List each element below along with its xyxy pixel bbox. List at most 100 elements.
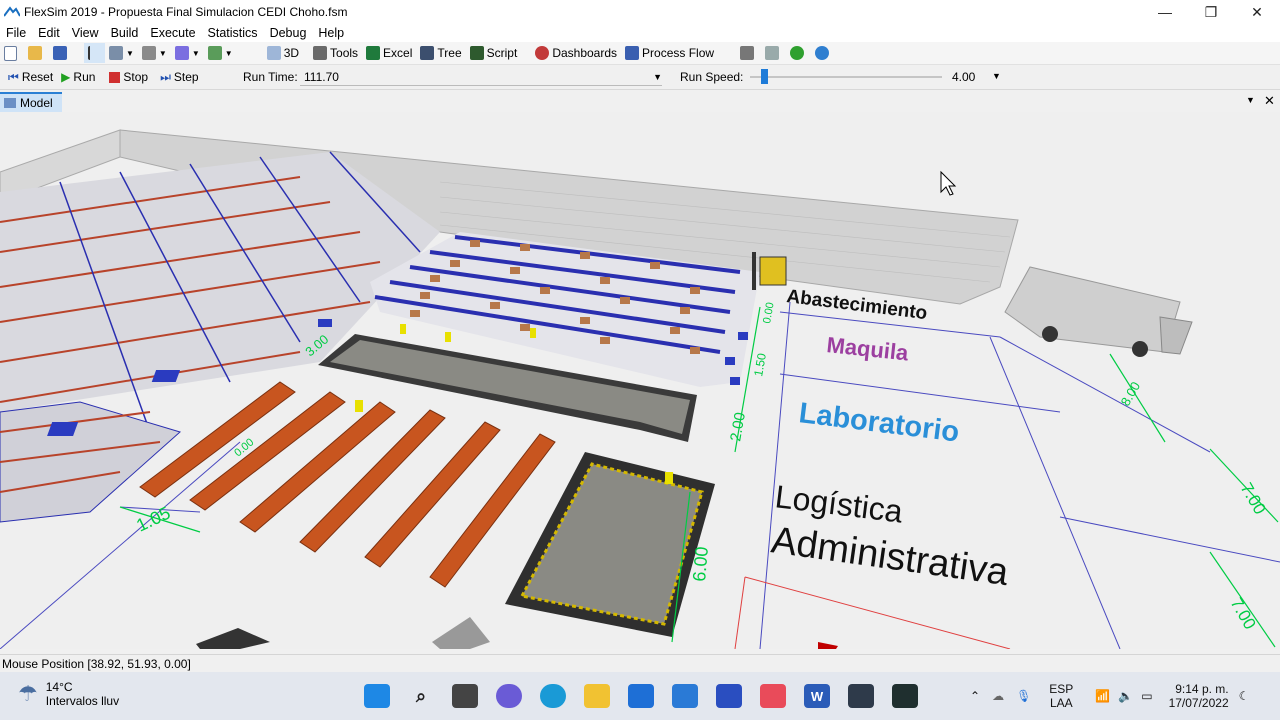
model-3d-view[interactable]: Abastecimiento Maquila Laboratorio Logís… bbox=[0, 112, 1280, 649]
mail-icon[interactable] bbox=[628, 684, 654, 708]
new-model-button[interactable] bbox=[0, 43, 24, 63]
language-indicator[interactable]: ESP LAA bbox=[1049, 682, 1073, 710]
reset-label: Reset bbox=[21, 70, 54, 84]
3d-view-button[interactable]: 3D bbox=[263, 43, 303, 63]
run-speed-label: Run Speed: bbox=[680, 70, 744, 84]
windows-taskbar: ☂ 14°C Intervalos lluv ⌕ W ⌃ ☁ 🎙 ESP LAA… bbox=[0, 672, 1280, 720]
layout-button[interactable] bbox=[736, 43, 761, 63]
main-toolbar: ▼ ▼ ▼ ▼ 3D Tools Excel Tree Script Dashb… bbox=[0, 42, 1280, 65]
onedrive-icon[interactable]: ☁ bbox=[992, 689, 1004, 703]
file-explorer-icon[interactable] bbox=[584, 684, 610, 708]
search-icon[interactable]: ⌕ bbox=[408, 684, 434, 708]
weather-desc: Intervalos lluv bbox=[45, 694, 120, 708]
color-mode-button[interactable]: ▼ bbox=[171, 43, 204, 63]
flexsim-logo-icon bbox=[4, 6, 20, 17]
stop-label: Stop bbox=[123, 70, 149, 84]
clock[interactable]: 9:14 p. m. 17/07/2022 bbox=[1169, 682, 1229, 710]
tree-button[interactable]: Tree bbox=[416, 43, 465, 63]
menu-edit[interactable]: Edit bbox=[32, 26, 66, 40]
open-button[interactable] bbox=[24, 43, 49, 63]
start-icon[interactable] bbox=[364, 684, 390, 708]
edge-icon[interactable] bbox=[540, 684, 566, 708]
run-button[interactable]: ▶ Run bbox=[57, 67, 99, 87]
filmora-icon[interactable] bbox=[892, 684, 918, 708]
task-view-icon[interactable] bbox=[452, 684, 478, 708]
teams-chat-icon[interactable] bbox=[496, 684, 522, 708]
word-icon[interactable]: W bbox=[804, 684, 830, 708]
chevron-down-icon[interactable]: ▼ bbox=[1246, 95, 1255, 105]
tab-model[interactable]: Model bbox=[0, 92, 62, 112]
window-button[interactable] bbox=[761, 43, 786, 63]
step-label: Step bbox=[173, 70, 199, 84]
window-title: FlexSim 2019 - Propuesta Final Simulacio… bbox=[24, 5, 348, 19]
menu-help[interactable]: Help bbox=[312, 26, 350, 40]
system-tray: ⌃ ☁ 🎙 ESP LAA 📶 🔈 ▭ 9:14 p. m. 17/07/202… bbox=[970, 672, 1249, 720]
dimension-label: 6.00 bbox=[689, 546, 712, 583]
minimize-button[interactable]: — bbox=[1142, 0, 1188, 24]
connect-icon bbox=[109, 46, 123, 60]
rain-cloud-icon: ☂ bbox=[18, 681, 38, 706]
tree-label: Tree bbox=[437, 46, 462, 60]
run-time-label: Run Time: bbox=[243, 70, 298, 84]
chevron-down-icon: ▼ bbox=[126, 48, 134, 58]
new-file-icon bbox=[4, 45, 17, 61]
reset-button[interactable]: ⏮ Reset bbox=[4, 67, 57, 87]
menu-statistics[interactable]: Statistics bbox=[202, 26, 264, 40]
microphone-icon[interactable]: 🎙 bbox=[1016, 689, 1031, 703]
chevron-up-icon[interactable]: ⌃ bbox=[970, 689, 980, 703]
scene-svg: Abastecimiento Maquila Laboratorio Logís… bbox=[0, 112, 1280, 649]
stop-button[interactable]: Stop bbox=[105, 67, 152, 87]
clock-time: 9:14 p. m. bbox=[1175, 682, 1229, 696]
run-speed-slider-thumb[interactable] bbox=[761, 69, 768, 84]
shape-mode-button[interactable]: ▼ bbox=[204, 43, 237, 63]
group-mode-button[interactable]: ▼ bbox=[138, 43, 171, 63]
chevron-down-icon: ▼ bbox=[191, 48, 200, 58]
connect-mode-button[interactable]: ▼ bbox=[105, 43, 138, 63]
script-button[interactable]: Script bbox=[466, 43, 522, 63]
close-button[interactable]: ✕ bbox=[1234, 0, 1280, 24]
tools-button[interactable]: Tools bbox=[309, 43, 362, 63]
step-icon: ⏭ bbox=[160, 69, 171, 84]
focus-moon-icon[interactable]: ☾ bbox=[1239, 689, 1250, 703]
snipping-tool-icon[interactable] bbox=[760, 684, 786, 708]
chevron-down-icon[interactable]: ▼ bbox=[992, 71, 1001, 81]
online-button[interactable] bbox=[811, 43, 836, 63]
maximize-button[interactable]: ❐ bbox=[1188, 0, 1234, 24]
clock-date: 17/07/2022 bbox=[1168, 696, 1229, 710]
flexsim-taskbar-icon[interactable] bbox=[848, 684, 874, 708]
excel-label: Excel bbox=[383, 46, 413, 60]
group-icon bbox=[141, 46, 156, 60]
excel-button[interactable]: Excel bbox=[362, 43, 416, 63]
volume-icon[interactable]: 🔈 bbox=[1118, 689, 1133, 703]
store-icon[interactable] bbox=[672, 684, 698, 708]
title-bar: FlexSim 2019 - Propuesta Final Simulacio… bbox=[0, 0, 1280, 24]
dashboards-button[interactable]: Dashboards bbox=[531, 43, 621, 63]
run-toolbar: ⏮ Reset ▶ Run Stop ⏭ Step Run Time: 111.70 … bbox=[0, 65, 1280, 90]
window-icon bbox=[765, 46, 780, 60]
menu-build[interactable]: Build bbox=[105, 26, 145, 40]
run-time-field[interactable]: 111.70 ▼ bbox=[300, 68, 662, 86]
menu-view[interactable]: View bbox=[66, 26, 105, 40]
grid-3d-icon bbox=[266, 46, 281, 60]
step-button[interactable]: ⏭ Step bbox=[156, 67, 203, 87]
wifi-icon[interactable]: 📶 bbox=[1095, 689, 1110, 703]
layout-icon bbox=[740, 46, 755, 60]
menu-debug[interactable]: Debug bbox=[264, 26, 313, 40]
weather-widget[interactable]: ☂ 14°C Intervalos lluv bbox=[18, 680, 119, 708]
battery-icon[interactable]: ▭ bbox=[1141, 689, 1152, 703]
tab-model-label: Model bbox=[20, 96, 53, 110]
document-tab-bar: Model ▼ ✕ bbox=[0, 92, 1280, 112]
close-tab-icon[interactable]: ✕ bbox=[1264, 93, 1275, 109]
save-button[interactable] bbox=[49, 43, 74, 63]
menu-file[interactable]: File bbox=[0, 26, 32, 40]
process-flow-button[interactable]: Process Flow bbox=[621, 43, 718, 63]
menu-bar: File Edit View Build Execute Statistics … bbox=[0, 24, 1280, 42]
help-button[interactable] bbox=[786, 43, 811, 63]
lang-code: ESP bbox=[1049, 682, 1074, 696]
status-bar: Mouse Position [38.92, 51.93, 0.00] bbox=[0, 654, 1280, 673]
powerautomate-icon[interactable] bbox=[716, 684, 742, 708]
run-speed-slider-track[interactable] bbox=[750, 76, 942, 78]
select-mode-button[interactable] bbox=[84, 43, 105, 63]
chevron-down-icon[interactable]: ▼ bbox=[653, 72, 662, 82]
menu-execute[interactable]: Execute bbox=[144, 26, 201, 40]
